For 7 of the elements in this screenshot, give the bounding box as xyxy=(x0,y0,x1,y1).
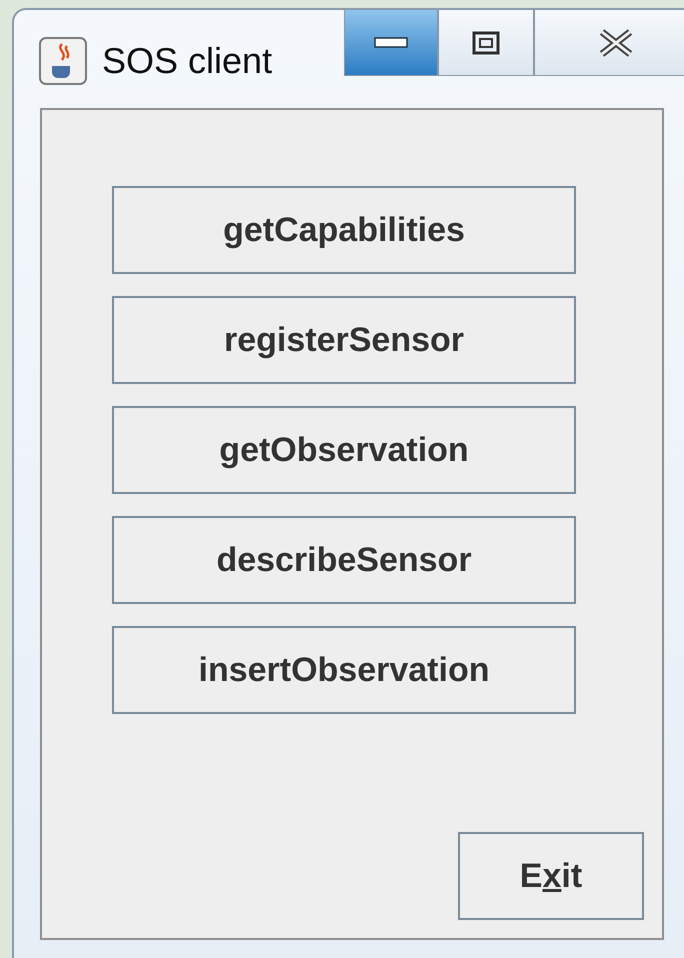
exit-button[interactable]: Exit xyxy=(458,832,644,920)
action-button[interactable]: getCapabilities xyxy=(112,186,576,274)
action-button[interactable]: insertObservation xyxy=(112,626,576,714)
action-button[interactable]: getObservation xyxy=(112,406,576,494)
window-title: SOS client xyxy=(102,40,272,82)
action-button[interactable]: describeSensor xyxy=(112,516,576,604)
action-button[interactable]: registerSensor xyxy=(112,296,576,384)
